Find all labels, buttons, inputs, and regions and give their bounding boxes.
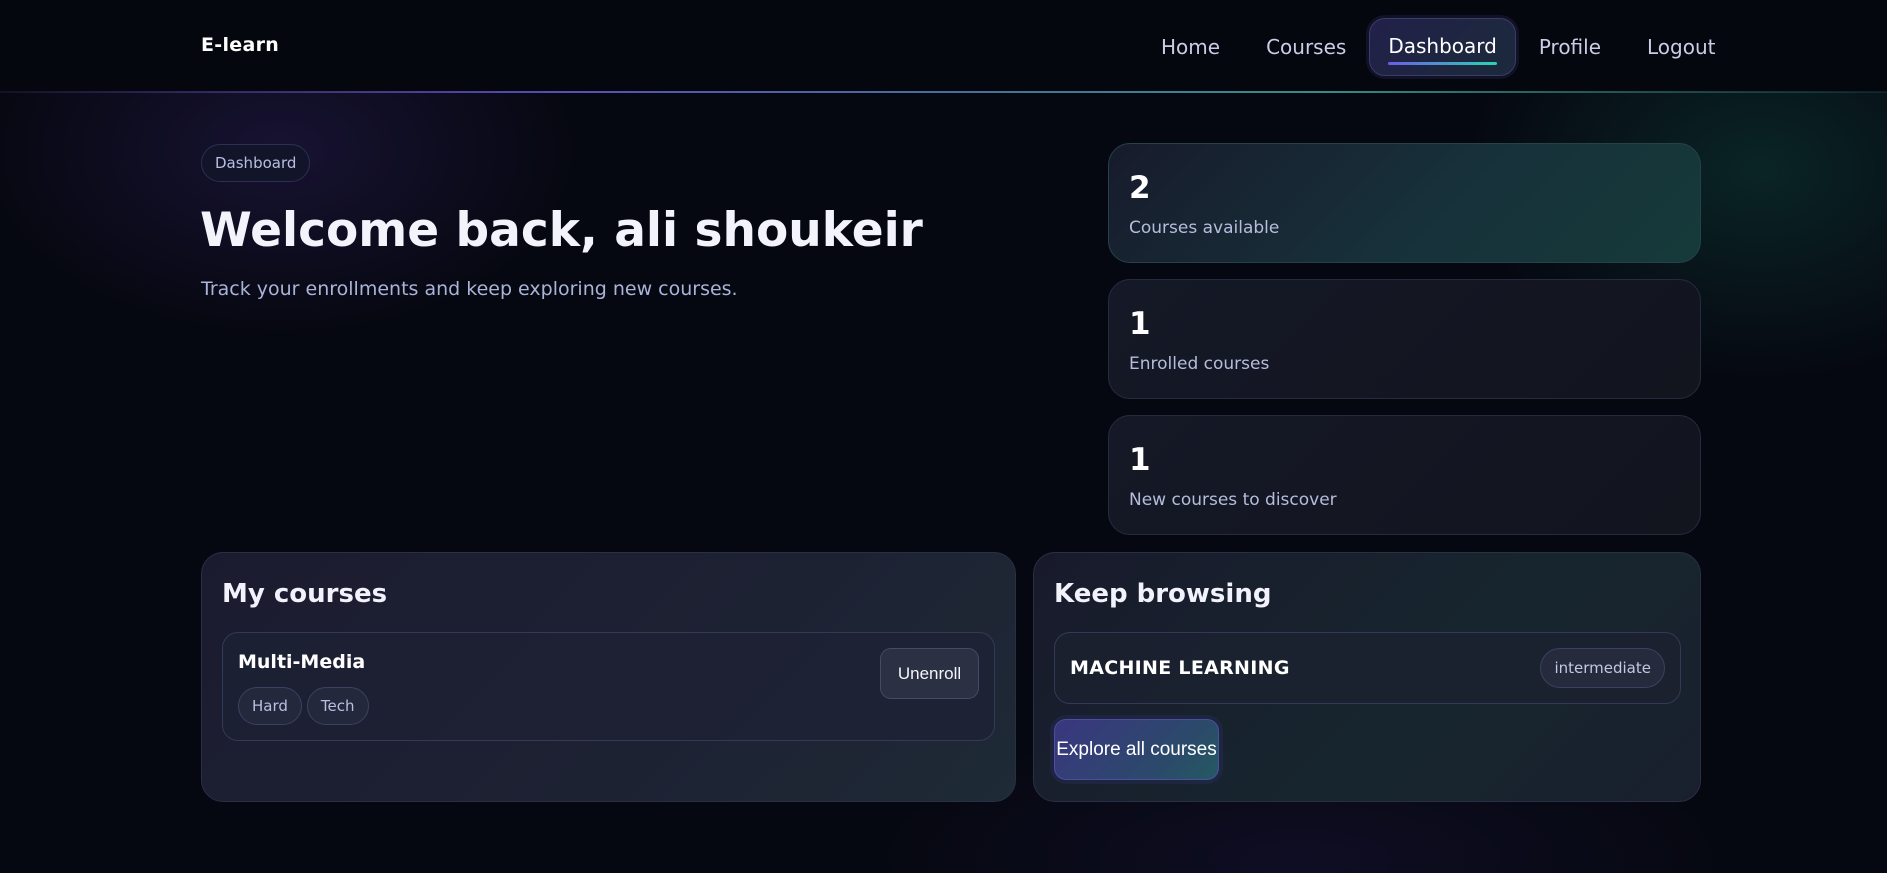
nav-link-dashboard[interactable]: Dashboard [1369, 18, 1516, 76]
level-badge: intermediate [1540, 648, 1665, 688]
browse-course-name: MACHINE LEARNING [1070, 657, 1290, 679]
course-tag: Tech [306, 687, 369, 725]
stat-value: 1 [1129, 306, 1151, 342]
my-courses-title: My courses [222, 579, 388, 609]
browse-course-card[interactable]: MACHINE LEARNING intermediate [1054, 632, 1681, 704]
unenroll-button[interactable]: Unenroll [880, 648, 979, 699]
nav-link-profile[interactable]: Profile [1516, 18, 1624, 76]
stat-card-courses-available: 2 Courses available [1108, 143, 1701, 263]
course-tags: Hard Tech [238, 687, 369, 725]
course-name: Multi-Media [238, 651, 366, 673]
explore-all-courses-button[interactable]: Explore all courses [1054, 719, 1219, 780]
dashboard-page: E-learn Home Courses Dashboard Profile L… [0, 0, 1887, 873]
course-tag: Hard [238, 687, 302, 725]
nav-link-courses[interactable]: Courses [1243, 18, 1369, 76]
my-courses-panel: My courses Multi-Media Hard Tech Unenrol… [201, 552, 1016, 802]
enrolled-course-card: Multi-Media Hard Tech Unenroll [222, 632, 995, 741]
stat-label: Enrolled courses [1129, 354, 1270, 374]
stat-label: New courses to discover [1129, 490, 1337, 510]
nav-links: Home Courses Dashboard Profile Logout [1138, 18, 1739, 76]
nav-link-logout[interactable]: Logout [1624, 18, 1738, 76]
stat-value: 2 [1129, 170, 1151, 206]
stat-card-enrolled-courses: 1 Enrolled courses [1108, 279, 1701, 399]
stat-label: Courses available [1129, 218, 1280, 238]
stat-card-new-courses: 1 New courses to discover [1108, 415, 1701, 535]
nav-divider [0, 91, 1887, 93]
page-subtitle: Track your enrollments and keep explorin… [201, 278, 738, 300]
keep-browsing-title: Keep browsing [1054, 579, 1272, 609]
nav-link-home[interactable]: Home [1138, 18, 1243, 76]
page-title: Welcome back, ali shoukeir [200, 203, 923, 258]
section-pill: Dashboard [201, 144, 311, 182]
stat-value: 1 [1129, 442, 1151, 478]
keep-browsing-panel: Keep browsing MACHINE LEARNING intermedi… [1033, 552, 1701, 802]
top-navbar: E-learn Home Courses Dashboard Profile L… [0, 0, 1887, 93]
brand-logo[interactable]: E-learn [201, 34, 279, 56]
